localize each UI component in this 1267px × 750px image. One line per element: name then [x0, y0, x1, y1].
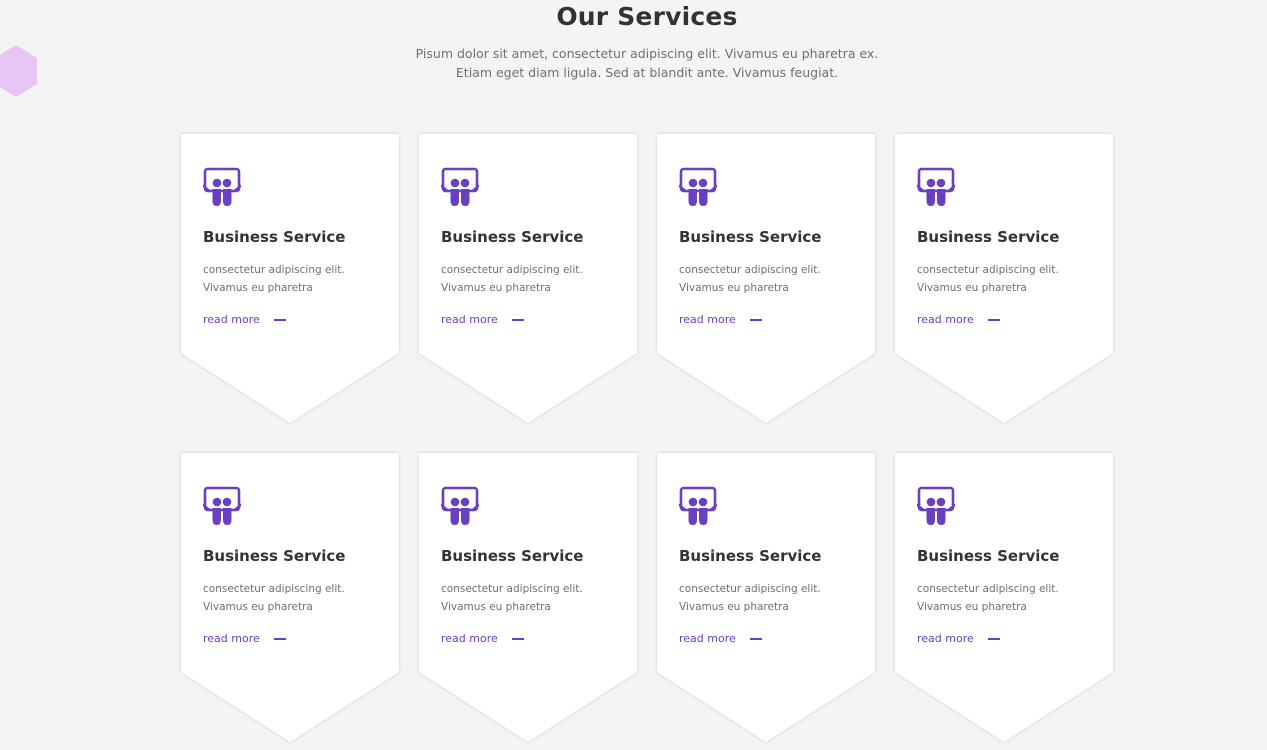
card-description-line-2: Vivamus eu pharetra	[679, 282, 789, 294]
card-description-line-2: Vivamus eu pharetra	[203, 282, 313, 294]
card-title: Business Service	[203, 547, 346, 565]
read-more-label: read more	[203, 313, 260, 326]
dash-icon	[987, 637, 1000, 640]
slideshare-icon	[916, 486, 956, 526]
read-more-label: read more	[203, 632, 260, 645]
card-description-line-1: consectetur adipiscing elit.	[917, 264, 1059, 276]
slideshare-icon	[678, 167, 718, 207]
card-description: consectetur adipiscing elit. Vivamus eu p…	[441, 580, 631, 616]
card-description-line-1: consectetur adipiscing elit.	[441, 264, 583, 276]
service-card: Business Service consectetur adipiscing e…	[419, 134, 637, 423]
service-card: Business Service consectetur adipiscing e…	[657, 134, 875, 423]
service-card: Business Service consectetur adipiscing e…	[895, 134, 1113, 423]
read-more-link[interactable]: read more	[203, 632, 286, 645]
service-card: Business Service consectetur adipiscing e…	[181, 453, 399, 742]
card-description-line-2: Vivamus eu pharetra	[441, 601, 551, 613]
service-card: Business Service consectetur adipiscing e…	[895, 453, 1113, 742]
section-subtitle: Pisum dolor sit amet, consectetur adipis…	[0, 44, 1267, 82]
read-more-label: read more	[917, 313, 974, 326]
service-card: Business Service consectetur adipiscing e…	[657, 453, 875, 742]
read-more-label: read more	[679, 632, 736, 645]
card-description-line-2: Vivamus eu pharetra	[917, 601, 1027, 613]
dash-icon	[987, 318, 1000, 321]
card-description: consectetur adipiscing elit. Vivamus eu p…	[203, 580, 393, 616]
dash-icon	[749, 637, 762, 640]
read-more-link[interactable]: read more	[679, 632, 762, 645]
dash-icon	[511, 318, 524, 321]
card-description: consectetur adipiscing elit. Vivamus eu p…	[679, 580, 869, 616]
section-title: Our Services	[556, 2, 738, 31]
card-description-line-1: consectetur adipiscing elit.	[679, 264, 821, 276]
slideshare-icon	[678, 486, 718, 526]
card-description-line-1: consectetur adipiscing elit.	[679, 583, 821, 595]
slideshare-icon	[202, 167, 242, 207]
card-description-line-1: consectetur adipiscing elit.	[917, 583, 1059, 595]
card-description-line-2: Vivamus eu pharetra	[203, 601, 313, 613]
slideshare-icon	[440, 486, 480, 526]
card-title: Business Service	[679, 547, 822, 565]
card-title: Business Service	[441, 228, 584, 246]
read-more-link[interactable]: read more	[917, 632, 1000, 645]
card-description: consectetur adipiscing elit. Vivamus eu p…	[917, 261, 1107, 297]
card-description: consectetur adipiscing elit. Vivamus eu p…	[441, 261, 631, 297]
card-title: Business Service	[917, 228, 1060, 246]
card-title: Business Service	[679, 228, 822, 246]
dash-icon	[511, 637, 524, 640]
dash-icon	[749, 318, 762, 321]
slideshare-icon	[202, 486, 242, 526]
card-description-line-2: Vivamus eu pharetra	[679, 601, 789, 613]
read-more-link[interactable]: read more	[917, 313, 1000, 326]
read-more-label: read more	[679, 313, 736, 326]
service-card: Business Service consectetur adipiscing e…	[181, 134, 399, 423]
read-more-link[interactable]: read more	[679, 313, 762, 326]
read-more-link[interactable]: read more	[441, 632, 524, 645]
read-more-link[interactable]: read more	[441, 313, 524, 326]
card-description-line-2: Vivamus eu pharetra	[917, 282, 1027, 294]
card-description: consectetur adipiscing elit. Vivamus eu p…	[917, 580, 1107, 616]
card-description-line-2: Vivamus eu pharetra	[441, 282, 551, 294]
service-card: Business Service consectetur adipiscing e…	[419, 453, 637, 742]
card-description-line-1: consectetur adipiscing elit.	[203, 583, 345, 595]
read-more-label: read more	[441, 313, 498, 326]
read-more-link[interactable]: read more	[203, 313, 286, 326]
card-title: Business Service	[203, 228, 346, 246]
dash-icon	[273, 637, 286, 640]
read-more-label: read more	[917, 632, 974, 645]
card-title: Business Service	[441, 547, 584, 565]
section-subtitle-line-2: Etiam eget diam ligula. Sed at blandit a…	[455, 65, 839, 80]
section-subtitle-line-1: Pisum dolor sit amet, consectetur adipis…	[415, 46, 879, 61]
card-description-line-1: consectetur adipiscing elit.	[441, 583, 583, 595]
read-more-label: read more	[441, 632, 498, 645]
card-title: Business Service	[917, 547, 1060, 565]
slideshare-icon	[916, 167, 956, 207]
slideshare-icon	[440, 167, 480, 207]
dash-icon	[273, 318, 286, 321]
card-description: consectetur adipiscing elit. Vivamus eu p…	[203, 261, 393, 297]
card-description-line-1: consectetur adipiscing elit.	[203, 264, 345, 276]
card-description: consectetur adipiscing elit. Vivamus eu p…	[679, 261, 869, 297]
